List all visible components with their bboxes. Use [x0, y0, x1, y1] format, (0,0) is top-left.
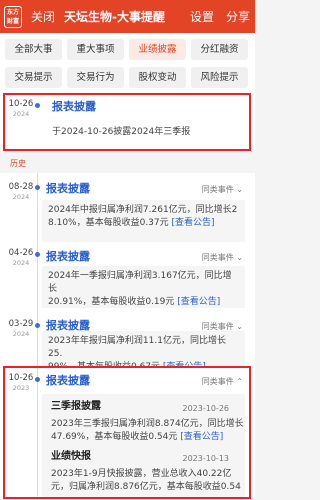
event-date-year: 2024 [12, 110, 30, 118]
latest-event[interactable]: 10-26 2024 报表披露 于2024-10-26披露2024年三季报 [0, 93, 255, 151]
detail-line: 20.91%，基本每股收益0.19元 [48, 297, 175, 307]
sub-event-detail: 2023年三季报归属净利润8.874亿元，同比增长 47.69%，基本每股收益0… [51, 418, 244, 444]
detail-line: 元，归属净利润8.876亿元，基本每股收益0.54 [51, 482, 241, 492]
sub-event-date: 2023-10-13 [182, 454, 230, 463]
event-date: 04-26 2024 [6, 248, 36, 267]
event-detail-card: 2023年年报归属净利润11.1亿元，同比增长25. 99%，基本每股收益0.6… [42, 331, 245, 372]
filter-chip-risk[interactable]: 风险提示 [191, 67, 248, 88]
event-date-year: 2024 [12, 259, 30, 267]
event-date-year: 2024 [12, 193, 30, 201]
history-item[interactable]: 04-26 2024 报表披露 同类事件 ⌄ 2024年一季报归属净利润3.16… [0, 248, 255, 319]
event-date: 08-28 2024 [6, 182, 36, 201]
timeline-dot [35, 377, 40, 382]
event-date: 10-26 2023 [6, 373, 36, 392]
history-item[interactable]: 08-28 2024 报表披露 同类事件 ⌄ 2024年中报归属净利润7.261… [0, 173, 255, 248]
sub-event-detail: 2023年1-9月快报披露，营业总收入40.22亿 元，归属净利润8.876亿元… [51, 468, 241, 494]
same-type-toggle[interactable]: 同类事件 ⌄ [202, 184, 243, 195]
filter-chip-dividend[interactable]: 分红融资 [191, 39, 248, 60]
event-date-year: 2023 [12, 384, 30, 392]
history-item[interactable]: 03-29 2024 报表披露 同类事件 ⌄ 2023年年报归属净利润11.1亿… [0, 319, 255, 372]
logo-text: 东方财富 [6, 8, 19, 25]
event-title: 报表披露 [46, 182, 90, 195]
filter-chip-major[interactable]: 重大事项 [67, 39, 124, 60]
event-title: 报表披露 [52, 100, 96, 113]
settings-button[interactable]: 设置 [190, 8, 214, 25]
detail-line: 47.69%，基本每股收益0.54元 [51, 432, 178, 442]
event-date: 10-26 2024 [6, 99, 36, 118]
timeline-line [37, 366, 38, 500]
event-detail-card: 2024年中报归属净利润7.261亿元，同比增长2 8.10%，基本每股收益0.… [42, 200, 245, 242]
close-button[interactable]: 关闭 [31, 8, 55, 25]
event-title: 报表披露 [46, 250, 90, 263]
same-type-toggle[interactable]: 同类事件 ⌄ [202, 252, 243, 263]
top-bar: 东方财富 关闭 天坛生物-大事提醒 设置 分享 [0, 0, 255, 33]
filter-chip-equity-change[interactable]: 股权变动 [129, 67, 186, 88]
event-date-day: 04-26 [8, 248, 34, 258]
timeline-line [37, 248, 38, 319]
history-section-header: 历史 [0, 151, 255, 173]
filter-chip-earnings[interactable]: 业绩披露 [129, 39, 186, 60]
detail-line: 2024年一季报归属净利润3.167亿元，同比增长 [48, 271, 232, 294]
view-announcement-link[interactable]: [查看公告] [177, 297, 220, 307]
filter-chip-trade-behavior[interactable]: 交易行为 [67, 67, 124, 88]
event-description: 于2024-10-26披露2024年三季报 [52, 127, 191, 137]
event-title: 报表披露 [46, 374, 90, 387]
share-button[interactable]: 分享 [226, 8, 250, 25]
view-announcement-link[interactable]: [查看公告] [180, 432, 223, 442]
event-date-day: 10-26 [8, 373, 34, 383]
event-date: 03-29 2024 [6, 319, 36, 338]
event-detail-card: 三季报披露 2023-10-26 2023年三季报归属净利润8.874亿元，同比… [42, 394, 245, 500]
same-type-toggle[interactable]: 同类事件 ⌃ [202, 376, 243, 387]
history-item-expanded[interactable]: 10-26 2023 报表披露 同类事件 ⌃ 三季报披露 2023-10-26 … [0, 366, 255, 500]
timeline-dot [35, 185, 40, 190]
sub-event-date: 2023-10-26 [182, 404, 230, 413]
event-date-day: 10-26 [8, 99, 34, 109]
detail-line: 8.10%，基本每股收益0.37元 [48, 218, 169, 228]
event-date-year: 2024 [12, 330, 30, 338]
detail-line: 2024年中报归属净利润7.261亿元，同比增长2 [48, 205, 238, 215]
filter-chip-all[interactable]: 全部大事 [5, 39, 62, 60]
sub-event-title: 三季报披露 [51, 401, 101, 412]
event-date-day: 03-29 [8, 319, 34, 329]
detail-line: 2023年年报归属净利润11.1亿元，同比增长25. [48, 336, 226, 359]
timeline-dot [35, 103, 40, 108]
view-announcement-link[interactable]: [查看公告] [172, 218, 215, 228]
detail-line: 2023年1-9月快报披露，营业总收入40.22亿 [51, 469, 232, 479]
detail-line: 2023年三季报归属净利润8.874亿元，同比增长 [51, 419, 244, 429]
app-logo: 东方财富 [4, 5, 22, 28]
page-title: 天坛生物-大事提醒 [64, 10, 165, 24]
history-label: 历史 [10, 159, 26, 168]
filter-panel: 全部大事 重大事项 业绩披露 分红融资 交易提示 交易行为 股权变动 风险提示 [0, 33, 255, 93]
timeline-dot [35, 252, 40, 257]
event-date-day: 08-28 [8, 182, 34, 192]
filter-chip-trade-tips[interactable]: 交易提示 [5, 67, 62, 88]
event-detail-card: 2024年一季报归属净利润3.167亿元，同比增长 20.91%，基本每股收益0… [42, 266, 245, 308]
timeline-dot [35, 323, 40, 328]
sub-event-title: 业绩快报 [51, 451, 91, 462]
